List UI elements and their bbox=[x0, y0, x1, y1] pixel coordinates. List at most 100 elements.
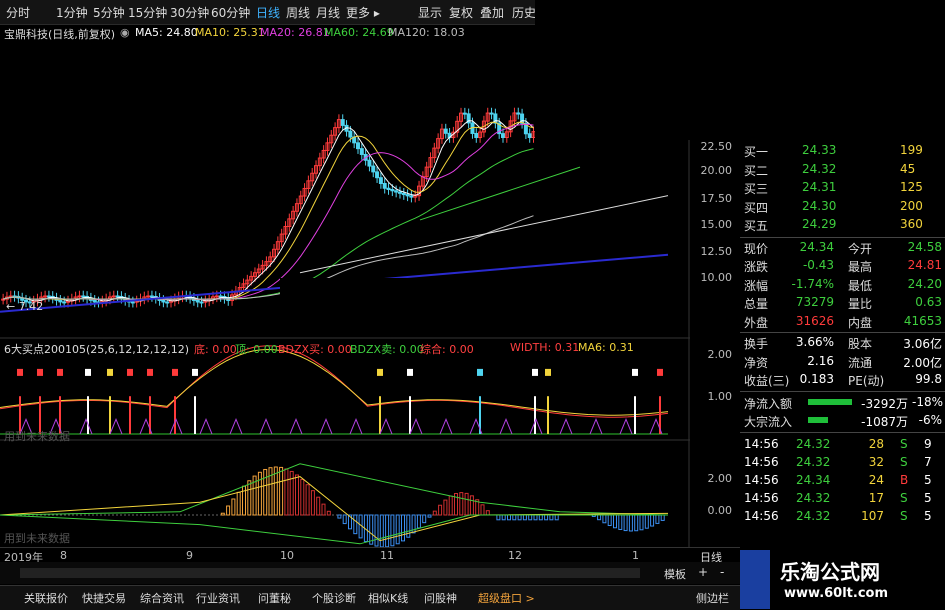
bottom-tab-2[interactable]: 综合资讯 bbox=[140, 590, 184, 606]
bottom-tab-3[interactable]: 行业资讯 bbox=[196, 590, 240, 606]
bid-price: 24.33 bbox=[802, 143, 837, 157]
macd-bar bbox=[279, 466, 284, 516]
signal-triangle bbox=[439, 417, 453, 435]
indicator1-header: 6大买点200105(25,6,12,12,12,12) 底: 0.00 顶: … bbox=[0, 340, 690, 356]
brand-watermark: 乐淘公式网 www.60lt.com bbox=[740, 550, 945, 609]
stat-value: 2.16 bbox=[807, 353, 834, 368]
tick-row: 14:56 24.32 107 S 5 bbox=[740, 508, 945, 526]
indicator-ma6: MA6: 0.31 bbox=[578, 341, 634, 354]
indicator-di: 底: 0.00 bbox=[194, 343, 237, 356]
tab-6[interactable]: 日线 bbox=[256, 4, 280, 21]
tick-row: 14:56 24.32 17 S 5 bbox=[740, 490, 945, 508]
bid-row[interactable]: 买五 24.29 360 bbox=[740, 216, 945, 234]
tab-0[interactable]: 分时 bbox=[6, 4, 30, 21]
bottom-tab-8[interactable]: 超级盘口 > bbox=[478, 590, 535, 606]
stat-label: 涨跌 bbox=[744, 260, 769, 274]
tab-10[interactable]: 显示 bbox=[418, 4, 442, 21]
bid-row[interactable]: 买二 24.32 45 bbox=[740, 161, 945, 179]
bid-label: 买三 bbox=[744, 182, 769, 196]
indicator1-title[interactable]: 6大买点200105(25,6,12,12,12,12) bbox=[4, 341, 189, 357]
candle-body bbox=[443, 128, 448, 134]
macd-bar bbox=[613, 514, 617, 529]
tick-time: 14:56 bbox=[744, 490, 779, 505]
brand-logo bbox=[740, 550, 770, 609]
stat-value: 73279 bbox=[795, 295, 834, 309]
macd-bar bbox=[263, 468, 268, 516]
macd-bar bbox=[501, 514, 506, 521]
tick-volume: 24 bbox=[868, 472, 884, 487]
tick-side: S bbox=[900, 436, 908, 451]
macd-bar bbox=[310, 490, 315, 516]
signal-triangle bbox=[319, 417, 333, 435]
divider bbox=[740, 332, 945, 333]
divider bbox=[740, 236, 945, 238]
tab-9[interactable]: 更多 ▸ bbox=[346, 4, 380, 21]
bottom-tab-6[interactable]: 相似K线 bbox=[368, 590, 408, 606]
stat-label: 内盘 bbox=[848, 315, 873, 330]
tab-1[interactable]: 1分钟 bbox=[56, 4, 88, 21]
ma10-value: MA10: 25.31 bbox=[195, 26, 265, 39]
bottom-tab-0[interactable]: 关联报价 bbox=[24, 590, 68, 606]
candle-body bbox=[218, 295, 223, 298]
redacted-area bbox=[535, 0, 945, 140]
ma60-value: MA60: 24.69 bbox=[324, 26, 394, 39]
candle-body bbox=[500, 133, 505, 139]
macd-bar bbox=[305, 484, 310, 516]
signal-triangle bbox=[79, 417, 93, 435]
scroll-row: 模板 + - bbox=[0, 562, 740, 584]
candle-body bbox=[401, 192, 406, 196]
stat-label: PE(动) bbox=[848, 374, 885, 388]
tab-12[interactable]: 叠加 bbox=[480, 4, 504, 21]
stat-label: 现价 bbox=[744, 241, 769, 256]
macd-bar bbox=[650, 514, 655, 527]
bid-row[interactable]: 买四 24.30 200 bbox=[740, 198, 945, 216]
bottom-tab-1[interactable]: 快捷交易 bbox=[82, 590, 126, 606]
signal-marker bbox=[632, 368, 638, 376]
signal-marker bbox=[17, 368, 23, 376]
macd-bar bbox=[316, 496, 321, 516]
tab-11[interactable]: 复权 bbox=[449, 4, 473, 21]
bid-price: 24.32 bbox=[802, 161, 837, 176]
tab-2[interactable]: 5分钟 bbox=[93, 4, 125, 21]
macd-bar bbox=[618, 514, 623, 530]
stat-value: 99.8 bbox=[915, 372, 942, 386]
date-tick: 12 bbox=[508, 549, 522, 562]
candle-body bbox=[527, 133, 532, 138]
tab-8[interactable]: 月线 bbox=[316, 4, 340, 21]
indicator-bdzx-sell: BDZX卖: 0.00 bbox=[350, 343, 424, 356]
zoom-in-button[interactable]: + bbox=[698, 565, 708, 579]
stat-label: 收益(三) bbox=[744, 374, 790, 388]
candle-body bbox=[165, 301, 170, 304]
bid-volume: 200 bbox=[900, 198, 923, 213]
macd-bar bbox=[284, 468, 289, 516]
scrollbar[interactable] bbox=[20, 568, 640, 578]
settings-icon[interactable]: ◉ bbox=[120, 26, 130, 39]
flow-bar bbox=[808, 398, 852, 405]
macd-bar bbox=[295, 474, 299, 516]
bottom-tab-5[interactable]: 个股诊断 bbox=[312, 590, 356, 606]
flow-percent: -6% bbox=[918, 412, 942, 427]
tab-3[interactable]: 15分钟 bbox=[128, 4, 167, 21]
macd-bar bbox=[512, 514, 517, 521]
candle-body bbox=[516, 112, 521, 115]
bottom-tab-4[interactable]: 问董秘 bbox=[258, 590, 291, 606]
candle-body bbox=[382, 182, 387, 189]
tab-13[interactable]: 历史 bbox=[512, 4, 536, 21]
tab-7[interactable]: 周线 bbox=[286, 4, 310, 21]
flow-label: 净流入额 bbox=[744, 396, 793, 411]
signal-triangle bbox=[109, 417, 123, 435]
signal-triangle bbox=[259, 417, 273, 435]
bottom-tab-9[interactable]: 侧边栏 bbox=[696, 590, 729, 606]
bid-row[interactable]: 买三 24.31 125 bbox=[740, 179, 945, 197]
stat-label: 股本 bbox=[848, 337, 873, 351]
tab-5[interactable]: 60分钟 bbox=[211, 4, 250, 21]
ma5-value: MA5: 24.80 bbox=[135, 26, 198, 39]
bid-row[interactable]: 买一 24.33 199 bbox=[740, 142, 945, 160]
flow-row: 净流入额 -3292万 -18% bbox=[740, 394, 945, 412]
template-button[interactable]: 模板 bbox=[664, 566, 686, 582]
tab-4[interactable]: 30分钟 bbox=[170, 4, 209, 21]
indicator2-watermark: 用到未来数据 bbox=[4, 532, 70, 545]
zoom-out-button[interactable]: - bbox=[720, 565, 724, 579]
signal-marker bbox=[532, 368, 538, 376]
bottom-tab-7[interactable]: 问股神 bbox=[424, 590, 457, 606]
